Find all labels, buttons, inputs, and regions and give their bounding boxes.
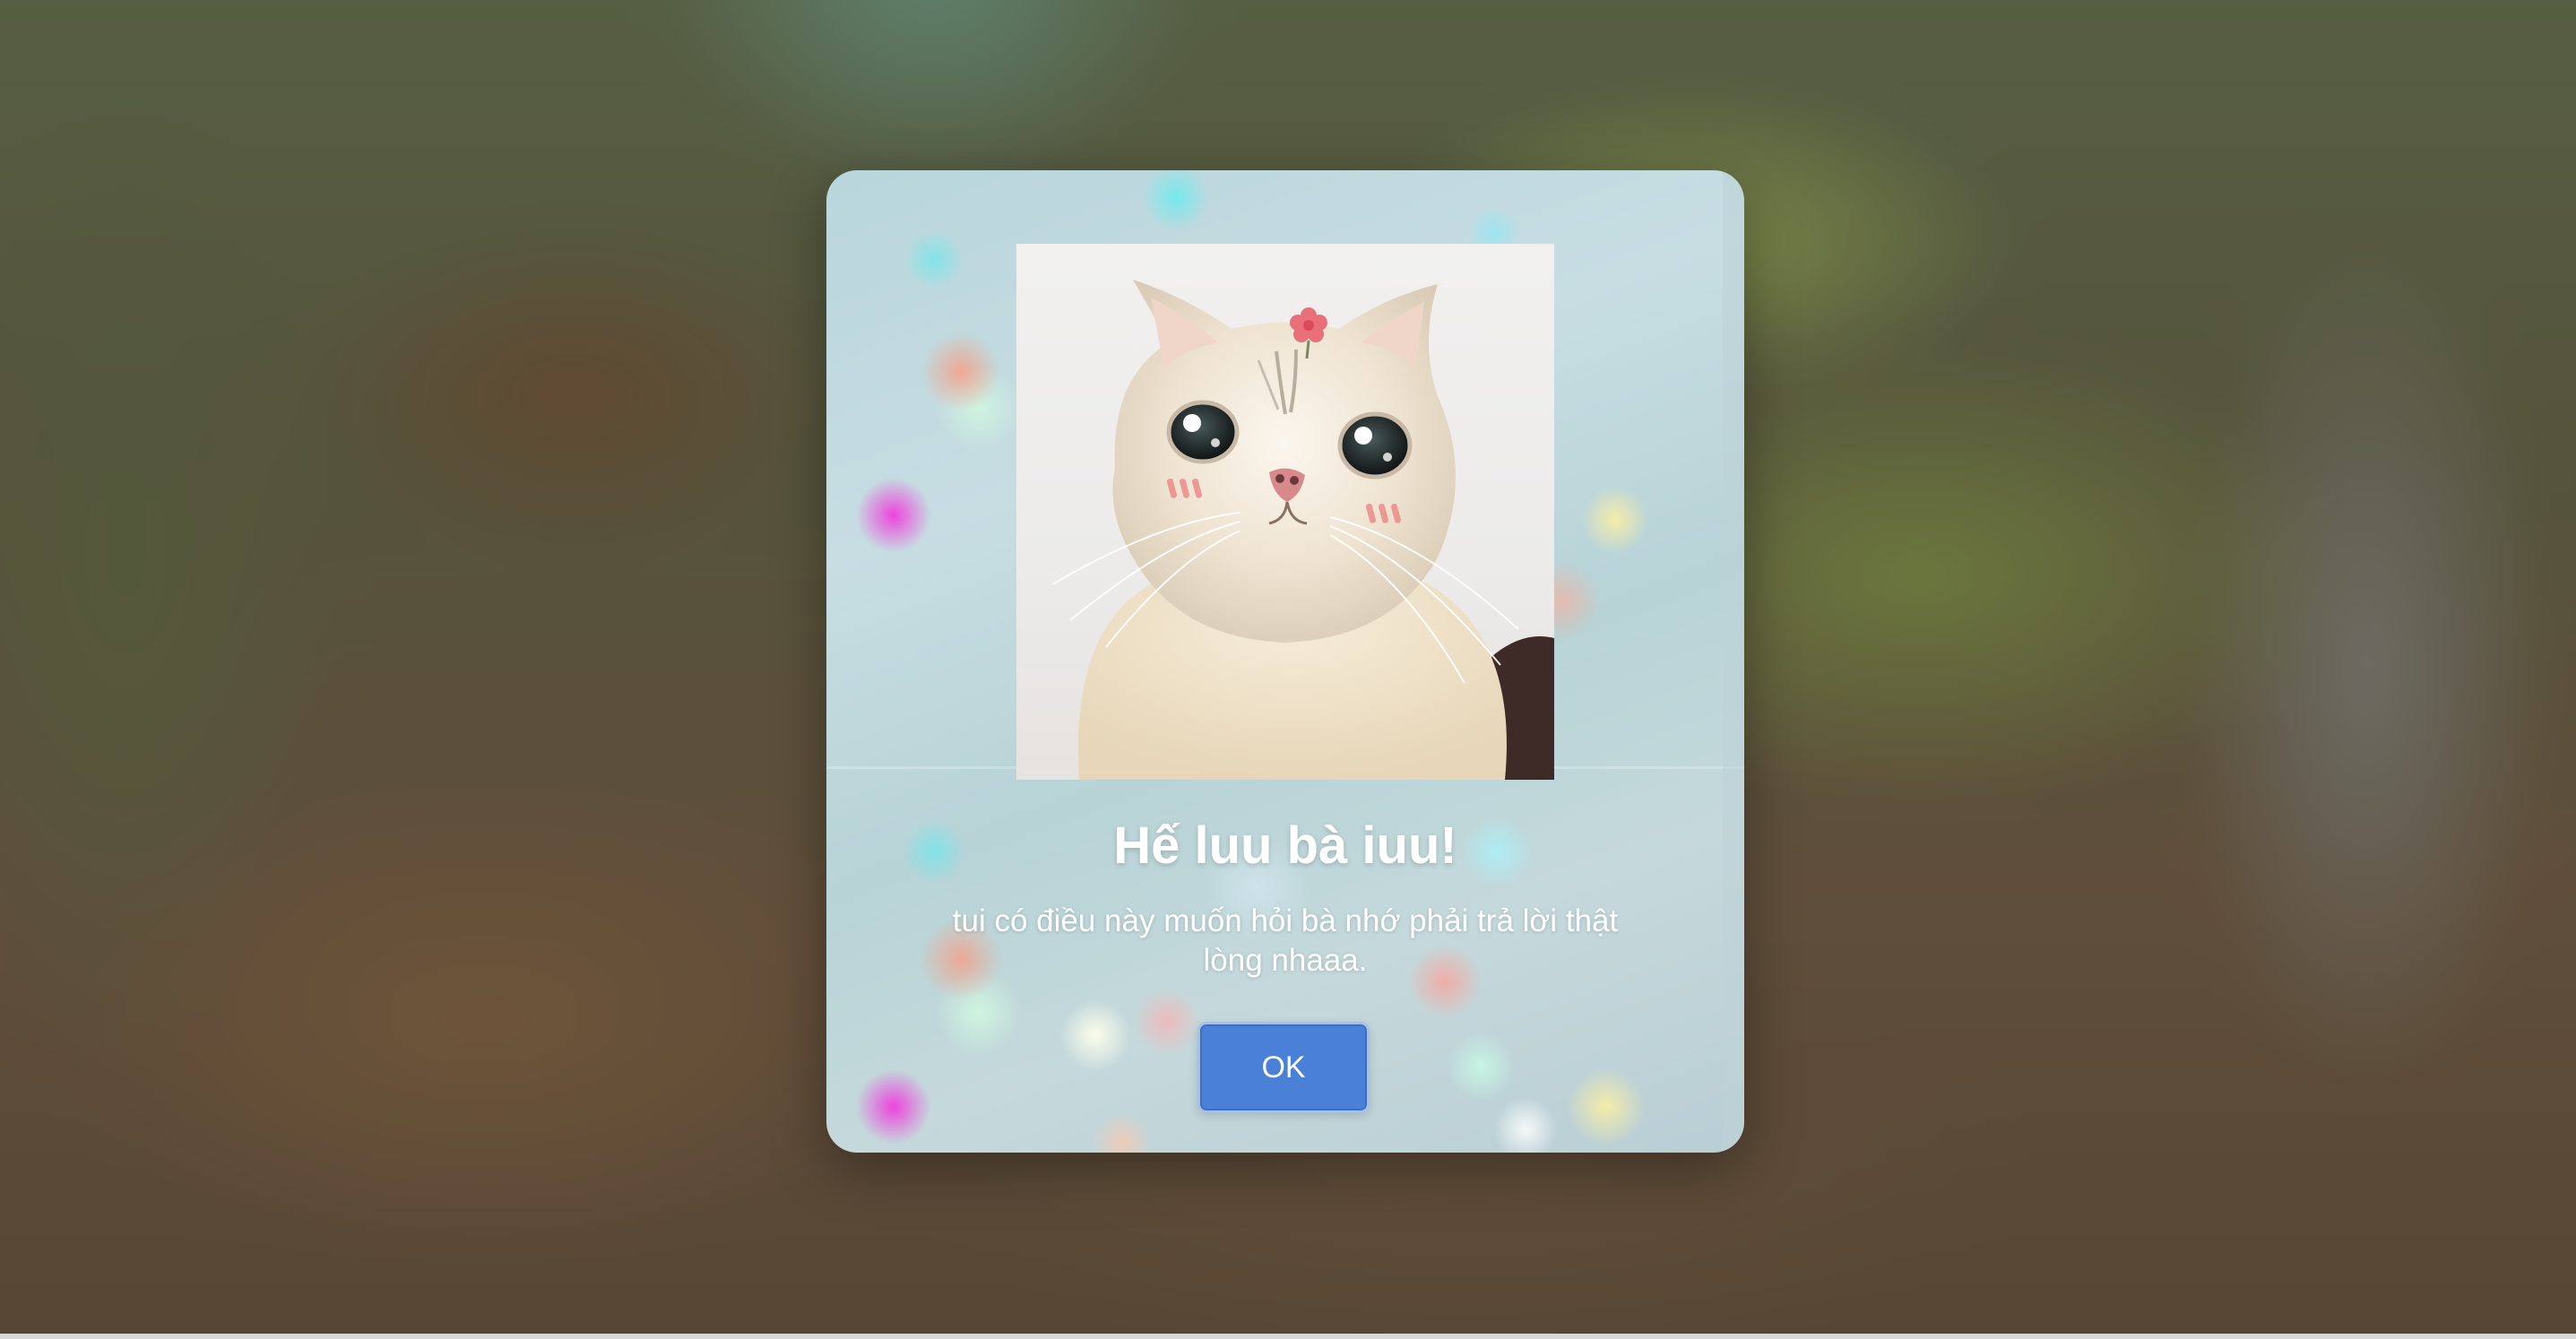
background-edge (1723, 170, 1744, 1153)
cat-image (1016, 244, 1554, 780)
window-bottom-edge (0, 1334, 2576, 1339)
dialog-title: Hế luu bà iuu! (1113, 816, 1457, 875)
alert-dialog: Hế luu bà iuu! tui có điều này muốn hỏi … (826, 170, 1744, 1153)
cat-illustration (1051, 280, 1554, 780)
ok-button[interactable]: OK (1197, 1022, 1370, 1113)
dialog-message: tui có điều này muốn hỏi bà nhớ phải trả… (952, 903, 1619, 978)
